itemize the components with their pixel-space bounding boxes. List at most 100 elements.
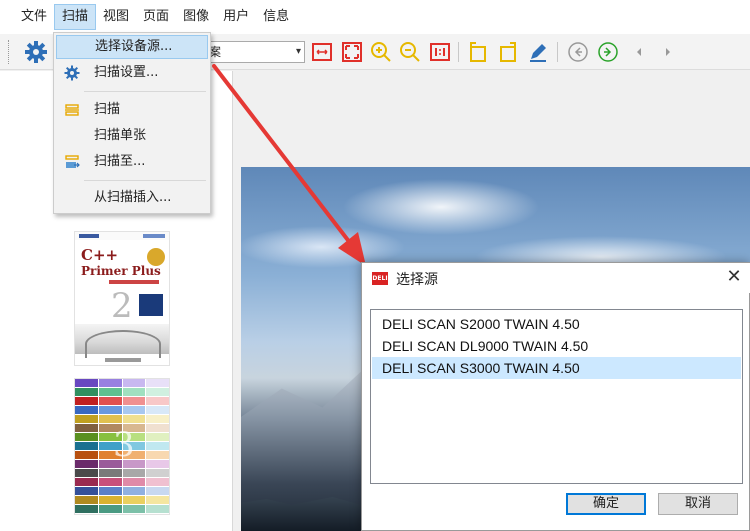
- color-swatch: [98, 505, 122, 513]
- menu-item-label: 选择设备源...: [95, 39, 173, 54]
- menu-item-label: 扫描单张: [94, 128, 147, 143]
- source-list-item[interactable]: DELI SCAN S2000 TWAIN 4.50: [372, 313, 741, 335]
- color-swatch: [146, 460, 169, 468]
- scan-icon: [65, 104, 79, 116]
- toolbar-separator: [458, 42, 459, 62]
- chevron-down-icon: ▾: [295, 46, 301, 57]
- menu-image[interactable]: 图像: [176, 4, 216, 30]
- rotate-left-icon[interactable]: [467, 41, 489, 63]
- prev-page-icon[interactable]: [628, 41, 650, 63]
- color-swatch: [122, 406, 146, 414]
- gear-icon[interactable]: [24, 40, 48, 64]
- color-swatch: [122, 379, 146, 387]
- menu-item-scan-single[interactable]: 扫描单张: [56, 124, 208, 148]
- source-list-item-selected[interactable]: DELI SCAN S3000 TWAIN 4.50: [372, 357, 741, 379]
- color-swatch: [98, 406, 122, 414]
- prev-circle-icon[interactable]: [567, 41, 589, 63]
- color-swatch: [146, 397, 169, 405]
- deli-logo-icon: DELI: [372, 272, 388, 285]
- toolbar-grip[interactable]: [8, 40, 11, 64]
- menu-item-select-source[interactable]: 选择设备源...: [56, 35, 208, 59]
- color-swatch: [98, 388, 122, 396]
- color-swatch: [75, 487, 98, 495]
- color-swatch: [122, 487, 146, 495]
- fit-width-icon[interactable]: [311, 41, 333, 63]
- menu-separator: [84, 180, 206, 181]
- book-title-line1: C++: [81, 246, 119, 264]
- volume-number: 2: [111, 286, 133, 326]
- cover-bridge-image: [75, 324, 169, 358]
- color-swatch: [146, 424, 169, 432]
- rotate-right-icon[interactable]: [497, 41, 519, 63]
- color-swatch: [122, 469, 146, 477]
- menu-item-label: 扫描: [94, 102, 121, 117]
- menu-info[interactable]: 信息: [256, 4, 296, 30]
- color-swatch: [75, 406, 98, 414]
- menu-view[interactable]: 视图: [96, 4, 136, 30]
- gear-icon: [64, 65, 80, 81]
- fit-page-icon[interactable]: [341, 41, 363, 63]
- menu-item-scan[interactable]: 扫描: [56, 98, 208, 122]
- source-list[interactable]: DELI SCAN S2000 TWAIN 4.50 DELI SCAN DL9…: [370, 309, 743, 484]
- cover-art: [139, 294, 163, 316]
- color-swatch: [75, 388, 98, 396]
- color-swatch: [146, 514, 169, 515]
- select-source-dialog: DELI 选择源 ✕ DELI SCAN S2000 TWAIN 4.50 DE…: [361, 262, 750, 531]
- color-swatch: [146, 496, 169, 504]
- actual-size-icon[interactable]: [429, 41, 451, 63]
- color-swatch: [146, 433, 169, 441]
- scan-menu: 选择设备源... 扫描设置... 扫描 扫描单张 扫描至... 从扫描插入...: [53, 32, 211, 214]
- color-swatch: [75, 514, 98, 515]
- scan-to-icon: [65, 155, 80, 168]
- source-list-item[interactable]: DELI SCAN DL9000 TWAIN 4.50: [372, 335, 741, 357]
- menu-item-scan-to[interactable]: 扫描至...: [56, 150, 208, 174]
- volume-number: 3: [113, 425, 135, 465]
- color-swatch: [75, 433, 98, 441]
- color-swatch: [122, 478, 146, 486]
- color-swatch: [75, 415, 98, 423]
- color-swatch: [146, 451, 169, 459]
- color-swatch: [75, 460, 98, 468]
- edit-icon[interactable]: [527, 41, 549, 63]
- color-swatch: [75, 469, 98, 477]
- color-swatch: [146, 505, 169, 513]
- menu-user[interactable]: 用户: [216, 4, 256, 30]
- dialog-title: 选择源: [396, 272, 438, 288]
- color-swatch: [75, 505, 98, 513]
- page-thumbnail[interactable]: C++ Primer Plus 2: [74, 231, 170, 366]
- profile-select[interactable]: 案 ▾: [205, 41, 305, 63]
- color-swatch: [122, 388, 146, 396]
- zoom-in-icon[interactable]: [370, 41, 392, 63]
- zoom-out-icon[interactable]: [399, 41, 421, 63]
- badge-icon: [147, 248, 165, 266]
- menu-item-insert-from-scan[interactable]: 从扫描插入...: [56, 186, 208, 210]
- toolbar-separator: [557, 42, 558, 62]
- color-swatch: [146, 379, 169, 387]
- color-swatch: [98, 379, 122, 387]
- dialog-title-bar[interactable]: DELI 选择源 ✕: [362, 263, 750, 293]
- cancel-button[interactable]: 取消: [658, 493, 738, 515]
- color-swatch: [122, 496, 146, 504]
- menu-item-scan-settings[interactable]: 扫描设置...: [56, 61, 208, 85]
- next-page-icon[interactable]: [657, 41, 679, 63]
- menu-scan[interactable]: 扫描: [54, 4, 97, 30]
- color-swatch: [122, 397, 146, 405]
- color-swatch: [98, 397, 122, 405]
- menu-file[interactable]: 文件: [14, 4, 54, 30]
- color-swatch: [99, 514, 122, 515]
- menu-page[interactable]: 页面: [136, 4, 176, 30]
- menu-bar: 文件 扫描 视图 页面 图像 用户 信息: [0, 0, 750, 34]
- color-swatch: [75, 451, 98, 459]
- menu-item-label: 从扫描插入...: [94, 190, 172, 205]
- color-swatch: [98, 415, 122, 423]
- ok-button[interactable]: 确定: [566, 493, 646, 515]
- page-thumbnail[interactable]: 3: [74, 378, 170, 515]
- close-icon[interactable]: ✕: [721, 265, 747, 291]
- series-logo: [143, 234, 165, 238]
- next-circle-icon[interactable]: [597, 41, 619, 63]
- color-swatch: [146, 388, 169, 396]
- menu-separator: [84, 91, 206, 92]
- subtitle-bar: [109, 280, 159, 284]
- color-swatch: [75, 379, 98, 387]
- color-swatch: [123, 514, 146, 515]
